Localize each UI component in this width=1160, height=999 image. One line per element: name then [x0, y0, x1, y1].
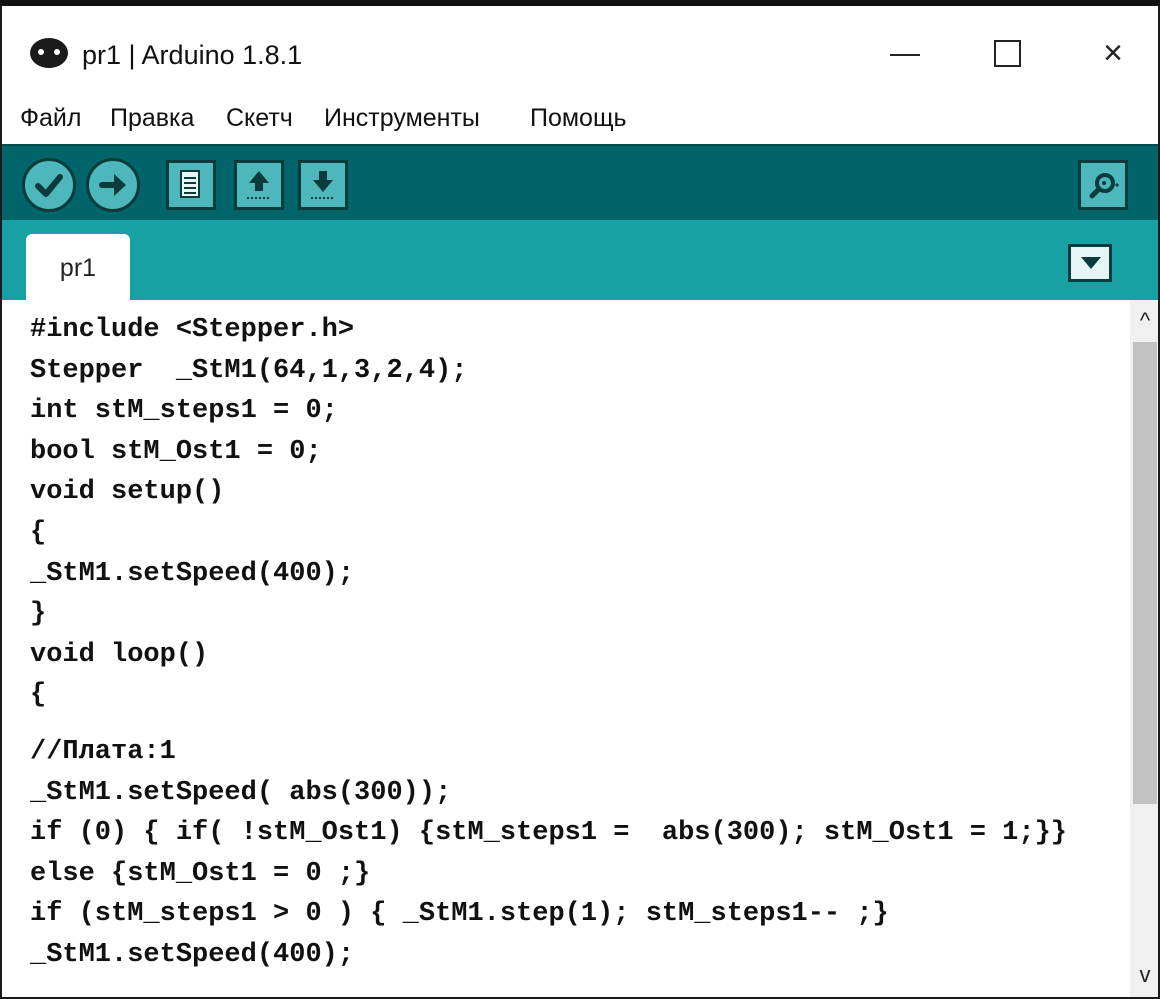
menu-help[interactable]: Помощь [530, 104, 627, 133]
minimize-button[interactable] [882, 30, 928, 76]
verify-button[interactable] [22, 158, 76, 212]
menu-tools[interactable]: Инструменты [324, 104, 480, 133]
tab-pr1[interactable]: pr1 [26, 234, 130, 300]
toolbar [2, 144, 1158, 222]
check-icon [35, 174, 63, 197]
menu-file[interactable]: Файл [20, 104, 81, 133]
close-button[interactable]: × [1090, 30, 1136, 76]
arduino-logo-icon [30, 38, 68, 68]
serial-monitor-button[interactable] [1078, 160, 1128, 210]
code-line: Stepper _StM1(64,1,3,2,4); [30, 355, 468, 386]
new-sketch-icon [180, 170, 200, 198]
code-line: _StM1.setSpeed( abs(300)); [30, 777, 452, 808]
code-line: else {stM_Ost1 = 0 ;} [30, 858, 371, 889]
tab-label: pr1 [59, 254, 97, 282]
code-line: } [30, 599, 47, 630]
serial-monitor-icon [1089, 173, 1119, 199]
code-line: _StM1.setSpeed(400); [30, 939, 355, 970]
code-line: if (stM_steps1 > 0 ) { _StM1.step(1); st… [30, 899, 889, 930]
code-line: bool stM_Ost1 = 0; [30, 436, 322, 467]
code-line: void setup() [30, 477, 225, 508]
code-editor[interactable]: #include <Stepper.h> Stepper _StM1(64,1,… [2, 300, 1130, 997]
code-line: void loop() [30, 639, 209, 670]
menu-edit[interactable]: Правка [110, 104, 194, 133]
save-icon [311, 171, 335, 199]
upload-arrow-icon [99, 174, 126, 196]
open-button[interactable] [234, 160, 284, 210]
code-line: //Плата:1 [30, 736, 176, 767]
title-bar[interactable]: pr1 | Arduino 1.8.1 × [2, 6, 1158, 90]
scroll-down-button[interactable]: v [1130, 960, 1158, 990]
open-icon [247, 171, 271, 199]
save-button[interactable] [298, 160, 348, 210]
menu-bar: Файл Правка Скетч Инструменты Помощь [2, 92, 1158, 144]
arduino-window: pr1 | Arduino 1.8.1 × Файл Правка Скетч … [0, 0, 1160, 999]
code-line: _StM1.setSpeed(400); [30, 558, 355, 589]
code-line: if (0) { if( !stM_Ost1) {stM_steps1 = ab… [30, 818, 1067, 849]
tab-bar: pr1 [2, 220, 1158, 300]
code-line: { [30, 680, 47, 711]
window-title: pr1 | Arduino 1.8.1 [82, 40, 303, 70]
menu-sketch[interactable]: Скетч [226, 104, 293, 133]
upload-button[interactable] [86, 158, 140, 212]
code-line: int stM_steps1 = 0; [30, 396, 338, 427]
maximize-button[interactable] [984, 30, 1030, 76]
new-button[interactable] [166, 160, 216, 210]
code-line: #include <Stepper.h> [30, 315, 355, 345]
code-line: { [30, 517, 47, 548]
scroll-up-button[interactable]: ^ [1130, 306, 1158, 336]
scroll-thumb[interactable] [1133, 342, 1157, 804]
vertical-scrollbar[interactable]: ^ v [1130, 300, 1158, 997]
tab-menu-button[interactable] [1068, 244, 1112, 282]
code-text: #include <Stepper.h> Stepper _StM1(64,1,… [30, 310, 1067, 976]
